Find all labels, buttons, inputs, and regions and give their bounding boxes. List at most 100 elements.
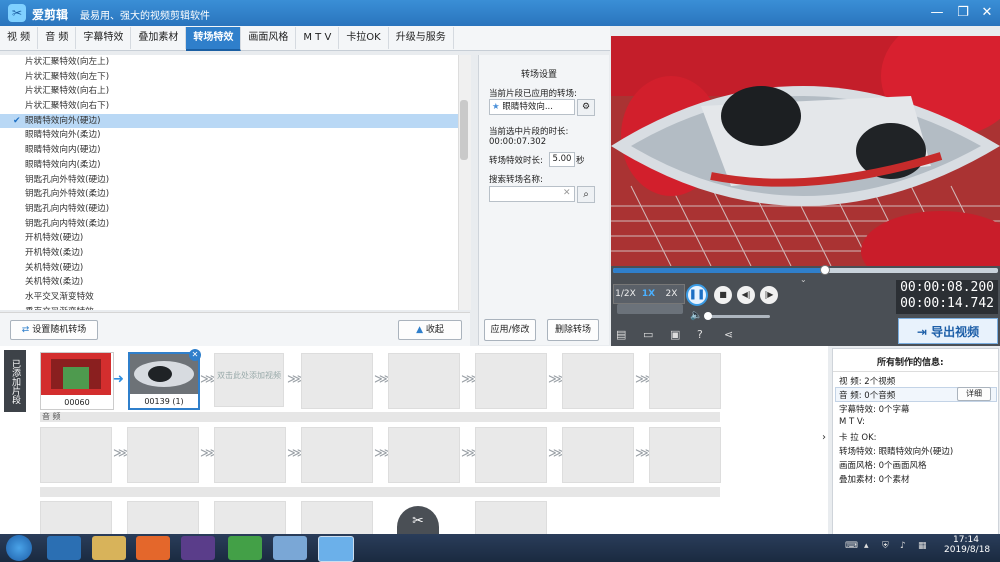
- transition-item[interactable]: 垂直交叉渐变特效: [0, 305, 458, 310]
- extra-slot[interactable]: [127, 501, 199, 535]
- app-icon-player[interactable]: [181, 536, 215, 560]
- transition-item[interactable]: 钥匙孔向内特效(柔边): [0, 217, 458, 232]
- volume-knob[interactable]: [704, 312, 712, 320]
- empty-clip-slot[interactable]: [388, 353, 460, 409]
- audio-slot[interactable]: [388, 427, 460, 483]
- transition-item[interactable]: 水平交叉渐变特效: [0, 290, 458, 305]
- start-button[interactable]: [6, 535, 32, 561]
- remove-clip-icon[interactable]: ✕: [189, 349, 201, 361]
- audio-slot[interactable]: [475, 427, 547, 483]
- extra-slot[interactable]: [301, 501, 373, 535]
- shield-icon[interactable]: ⛨: [882, 541, 889, 551]
- tab-style[interactable]: 画面风格: [241, 27, 297, 49]
- transition-item[interactable]: ✔ 眼睛特效向外(硬边): [0, 113, 458, 129]
- transition-item[interactable]: 关机特效(硬边): [0, 261, 458, 276]
- seek-knob[interactable]: [819, 265, 830, 275]
- volume-slider[interactable]: [706, 315, 770, 318]
- tray-up-icon[interactable]: ▴: [864, 541, 869, 551]
- empty-clip-slot[interactable]: [301, 353, 373, 409]
- extra-slot[interactable]: [475, 501, 547, 535]
- tab-mtv[interactable]: M T V: [296, 27, 340, 49]
- app-icon-notes[interactable]: [273, 536, 307, 560]
- transition-item[interactable]: 关机特效(柔边): [0, 275, 458, 290]
- transition-item[interactable]: 片状汇聚特效(向左下): [0, 70, 458, 85]
- transition-item[interactable]: 眼睛特效向内(柔边): [0, 158, 458, 173]
- applied-transition-field[interactable]: ★ 眼睛特效向...: [489, 99, 575, 115]
- share-icon[interactable]: ⋖: [724, 328, 733, 341]
- empty-clip-slot[interactable]: [562, 353, 634, 409]
- frame-step-bar[interactable]: [617, 304, 683, 314]
- tab-subtitle[interactable]: 字幕特效: [76, 27, 132, 49]
- next-frame-button[interactable]: |▶: [760, 286, 778, 304]
- audio-slot[interactable]: [649, 427, 721, 483]
- audio-slot[interactable]: [301, 427, 373, 483]
- new-project-icon[interactable]: ▤: [616, 328, 626, 341]
- app-icon-media[interactable]: [47, 536, 81, 560]
- extra-slot[interactable]: [214, 501, 286, 535]
- pause-button[interactable]: ❚❚: [686, 284, 708, 306]
- transition-item[interactable]: 片状汇聚特效(向右上): [0, 84, 458, 99]
- list-scrollbar[interactable]: [458, 55, 471, 310]
- firefox-icon[interactable]: [136, 536, 170, 560]
- transition-item[interactable]: 钥匙孔向外特效(柔边): [0, 187, 458, 202]
- close-button[interactable]: ✕: [976, 4, 998, 22]
- explorer-icon[interactable]: [92, 536, 126, 560]
- transition-item[interactable]: 片状汇聚特效(向右下): [0, 99, 458, 114]
- tab-video[interactable]: 视 频: [0, 27, 39, 49]
- transition-item[interactable]: 钥匙孔向外特效(硬边): [0, 173, 458, 188]
- detail-button[interactable]: 详细: [957, 387, 991, 401]
- audio-slot[interactable]: [214, 427, 286, 483]
- search-button[interactable]: ⌕: [577, 186, 595, 203]
- clock[interactable]: 17:14 2019/8/18: [944, 535, 990, 555]
- tab-transition[interactable]: 转场特效: [186, 27, 242, 51]
- add-video-slot[interactable]: 双击此处添加视频: [214, 353, 284, 407]
- network-icon[interactable]: ▦: [918, 541, 927, 551]
- speed-half[interactable]: 1/2X: [614, 285, 637, 303]
- tab-upgrade[interactable]: 升级与服务: [389, 27, 454, 49]
- audio-slot[interactable]: [40, 427, 112, 483]
- clear-icon[interactable]: ✕: [563, 186, 573, 200]
- tab-audio[interactable]: 音 频: [38, 27, 77, 49]
- speed-normal[interactable]: 1X: [637, 285, 660, 303]
- clip-thumbnail-2[interactable]: 00139 (1): [128, 352, 200, 410]
- app-icon-green[interactable]: [228, 536, 262, 560]
- open-folder-icon[interactable]: ▭: [643, 328, 653, 341]
- clip-thumbnail-1[interactable]: 00060: [40, 352, 114, 410]
- maximize-button[interactable]: ❐: [952, 4, 974, 22]
- added-clips-tab[interactable]: 已添加片段: [4, 350, 26, 412]
- expand-icon[interactable]: ⌄: [800, 275, 807, 284]
- stop-button[interactable]: ■: [714, 286, 732, 304]
- tab-karaoke[interactable]: 卡拉OK: [339, 27, 389, 49]
- transition-item[interactable]: 眼睛特效向内(硬边): [0, 143, 458, 158]
- transition-item[interactable]: 钥匙孔向内特效(硬边): [0, 202, 458, 217]
- minimize-button[interactable]: —: [926, 4, 948, 22]
- speed-double[interactable]: 2X: [660, 285, 683, 303]
- applied-transition-settings-button[interactable]: ⚙: [577, 99, 595, 116]
- random-transition-button[interactable]: ⇄ 设置随机转场: [10, 320, 98, 340]
- collapse-button[interactable]: ▲ 收起: [398, 320, 462, 340]
- list-scroll-thumb[interactable]: [460, 100, 468, 160]
- app-icon-editor-active[interactable]: [318, 536, 354, 562]
- apply-transition-button[interactable]: 应用/修改: [484, 319, 536, 341]
- prev-frame-button[interactable]: ◀|: [737, 286, 755, 304]
- transition-item[interactable]: 眼睛特效向外(柔边): [0, 128, 458, 143]
- effect-duration-input[interactable]: 5.00: [549, 152, 575, 167]
- tab-overlay[interactable]: 叠加素材: [131, 27, 187, 49]
- help-icon[interactable]: ?: [697, 328, 703, 341]
- empty-clip-slot[interactable]: [649, 353, 721, 409]
- transition-item[interactable]: 片状汇聚特效(向左上): [0, 55, 458, 70]
- volume-tray-icon[interactable]: ♪: [900, 541, 906, 551]
- audio-slot[interactable]: [127, 427, 199, 483]
- audio-slot[interactable]: [562, 427, 634, 483]
- expand-panel-icon[interactable]: ›: [822, 432, 826, 443]
- transition-item[interactable]: 开机特效(硬边): [0, 231, 458, 246]
- empty-clip-slot[interactable]: [475, 353, 547, 409]
- export-video-button[interactable]: ⇥ 导出视频: [898, 318, 998, 344]
- volume-icon[interactable]: 🔈: [690, 310, 702, 321]
- save-icon[interactable]: ▣: [670, 328, 680, 341]
- video-preview[interactable]: [611, 36, 1000, 266]
- keyboard-icon[interactable]: ⌨: [845, 541, 858, 551]
- transition-item[interactable]: 开机特效(柔边): [0, 246, 458, 261]
- delete-transition-button[interactable]: 删除转场: [547, 319, 599, 341]
- extra-slot[interactable]: [40, 501, 112, 535]
